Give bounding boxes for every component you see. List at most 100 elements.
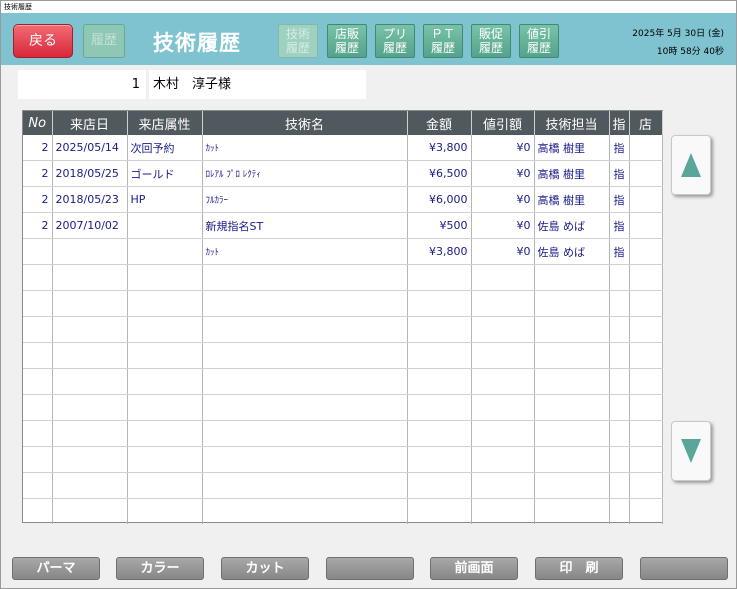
table-row[interactable]: 2 2025/05/14 次回予約 ｶｯﾄ ¥3,800 ¥0 高橋 樹里 指	[23, 135, 663, 162]
cell-amount: ¥500	[407, 212, 472, 240]
pt-rireki-line2: 履歴	[430, 41, 455, 55]
cell-nomination: 指	[609, 238, 630, 266]
cell-discount: ¥0	[471, 135, 535, 162]
cell-visit-attr: 次回予約	[127, 135, 203, 162]
cell-service-name: ﾛﾚｱﾙ ﾌﾟﾛ ﾚｸﾃｨ	[202, 160, 408, 188]
table-row-empty	[23, 368, 663, 395]
cell-visit-attr	[127, 212, 203, 240]
puri-rireki-button[interactable]: プリ 履歴	[375, 24, 415, 58]
previous-screen-button[interactable]: 前画面	[430, 557, 518, 580]
cell-service-name: ｶｯﾄ	[202, 238, 408, 266]
color-button[interactable]: カラー	[116, 557, 204, 580]
customer-name: 木村 淳子様	[149, 70, 366, 99]
cell-nomination: 指	[609, 135, 630, 162]
cell-visit-date: 2018/05/25	[52, 160, 128, 188]
back-button[interactable]: 戻る	[13, 24, 73, 58]
nebiki-rireki-line2: 履歴	[526, 41, 551, 55]
col-header-no: No	[23, 111, 53, 135]
cut-button[interactable]: カット	[221, 557, 309, 580]
hansoku-rireki-line2: 履歴	[478, 41, 503, 55]
cell-visit-date: 2018/05/23	[52, 186, 128, 214]
cell-service-name: 新規指名ST	[202, 212, 408, 240]
table-row-empty	[23, 394, 663, 421]
col-header-discount: 値引額	[471, 111, 535, 135]
time-text: 10時 58分 40秒	[656, 47, 724, 57]
header-bar: 戻る 履歴 技術履歴 技術 履歴 店販 履歴 プリ 履歴 ＰＴ 履歴 販促 履歴…	[1, 13, 736, 65]
table-row[interactable]: 2 2018/05/23 HP ﾌﾙｶﾗｰ ¥6,000 ¥0 高橋 樹里 指	[23, 186, 663, 214]
cell-nomination: 指	[609, 186, 630, 214]
date-text: 2025年 5月 30日 (金)	[632, 29, 724, 39]
table-row-empty	[23, 290, 663, 318]
blank-button-1[interactable]	[326, 557, 414, 580]
cell-amount: ¥3,800	[407, 135, 472, 162]
cell-visit-attr	[127, 238, 203, 266]
rireki-button[interactable]: 履歴	[83, 24, 125, 58]
hansoku-rireki-line1: 販促	[478, 27, 503, 41]
gijutsu-rireki-line2: 履歴	[285, 41, 310, 55]
col-header-visit-date: 来店日	[52, 111, 128, 135]
cell-stylist: 高橋 樹里	[534, 160, 610, 188]
cell-nomination: 指	[609, 160, 630, 188]
cell-store	[629, 238, 663, 266]
blank-button-2[interactable]	[640, 557, 728, 580]
gijutsu-rireki-line1: 技術	[285, 27, 310, 41]
table-row-empty	[23, 342, 663, 369]
cell-stylist: 佐島 めば	[534, 212, 610, 240]
cell-store	[629, 212, 663, 240]
cell-amount: ¥3,800	[407, 238, 472, 266]
app-window: 技術履歴 戻る 履歴 技術履歴 技術 履歴 店販 履歴 プリ 履歴 ＰＴ 履歴 …	[0, 0, 737, 589]
pt-rireki-line1: ＰＴ	[430, 27, 455, 41]
cell-no: 2	[23, 135, 53, 162]
window-title: 技術履歴	[1, 1, 736, 13]
cell-store	[629, 186, 663, 214]
col-header-stylist: 技術担当	[534, 111, 610, 135]
col-header-store: 店	[629, 111, 663, 135]
cell-service-name: ｶｯﾄ	[202, 135, 408, 162]
cell-store	[629, 135, 663, 162]
scroll-down-button[interactable]	[671, 421, 711, 481]
puri-rireki-line2: 履歴	[382, 41, 407, 55]
history-table: No 来店日 来店属性 技術名 金額 値引額 技術担当 指 店 2 2025/0…	[22, 110, 663, 525]
cell-discount: ¥0	[471, 186, 535, 214]
cell-visit-date: 2025/05/14	[52, 135, 128, 162]
table-row-empty	[23, 498, 663, 525]
cell-no: 2	[23, 212, 53, 240]
cell-visit-date: 2007/10/02	[52, 212, 128, 240]
nebiki-rireki-button[interactable]: 値引 履歴	[519, 24, 559, 58]
gijutsu-rireki-button[interactable]: 技術 履歴	[278, 24, 318, 58]
scroll-up-button[interactable]	[671, 135, 711, 195]
print-button[interactable]: 印 刷	[535, 557, 623, 580]
col-header-visit-attr: 来店属性	[127, 111, 203, 135]
cell-visit-attr: ゴールド	[127, 160, 203, 188]
table-row[interactable]: 2 2018/05/25 ゴールド ﾛﾚｱﾙ ﾌﾟﾛ ﾚｸﾃｨ ¥6,500 ¥…	[23, 160, 663, 188]
table-row[interactable]: ｶｯﾄ ¥3,800 ¥0 佐島 めば 指	[23, 238, 663, 266]
cell-amount: ¥6,500	[407, 160, 472, 188]
table-header-row: No 来店日 来店属性 技術名 金額 値引額 技術担当 指 店	[23, 111, 663, 135]
datetime-display: 2025年 5月 30日 (金) 10時 58分 40秒	[632, 25, 724, 61]
cell-stylist: 佐島 めば	[534, 238, 610, 266]
table-row-empty	[23, 316, 663, 343]
cell-discount: ¥0	[471, 212, 535, 240]
cell-discount: ¥0	[471, 160, 535, 188]
nebiki-rireki-line1: 値引	[526, 27, 551, 41]
col-header-amount: 金額	[407, 111, 472, 135]
cell-stylist: 高橋 樹里	[534, 186, 610, 214]
cell-service-name: ﾌﾙｶﾗｰ	[202, 186, 408, 214]
cell-amount: ¥6,000	[407, 186, 472, 214]
customer-number: 1	[18, 70, 146, 99]
tenpan-rireki-button[interactable]: 店販 履歴	[327, 24, 367, 58]
perm-button[interactable]: パーマ	[12, 557, 100, 580]
page-title: 技術履歴	[153, 31, 241, 55]
table-row-empty	[23, 446, 663, 473]
cell-visit-attr: HP	[127, 186, 203, 214]
cell-no: 2	[23, 186, 53, 214]
cell-no	[23, 238, 53, 266]
cell-nomination: 指	[609, 212, 630, 240]
col-header-nomination: 指	[609, 111, 630, 135]
hansoku-rireki-button[interactable]: 販促 履歴	[471, 24, 511, 58]
pt-rireki-button[interactable]: ＰＴ 履歴	[423, 24, 463, 58]
cell-visit-date	[52, 238, 128, 266]
table-row-empty	[23, 420, 663, 447]
triangle-up-icon	[681, 153, 701, 177]
table-row[interactable]: 2 2007/10/02 新規指名ST ¥500 ¥0 佐島 めば 指	[23, 212, 663, 240]
